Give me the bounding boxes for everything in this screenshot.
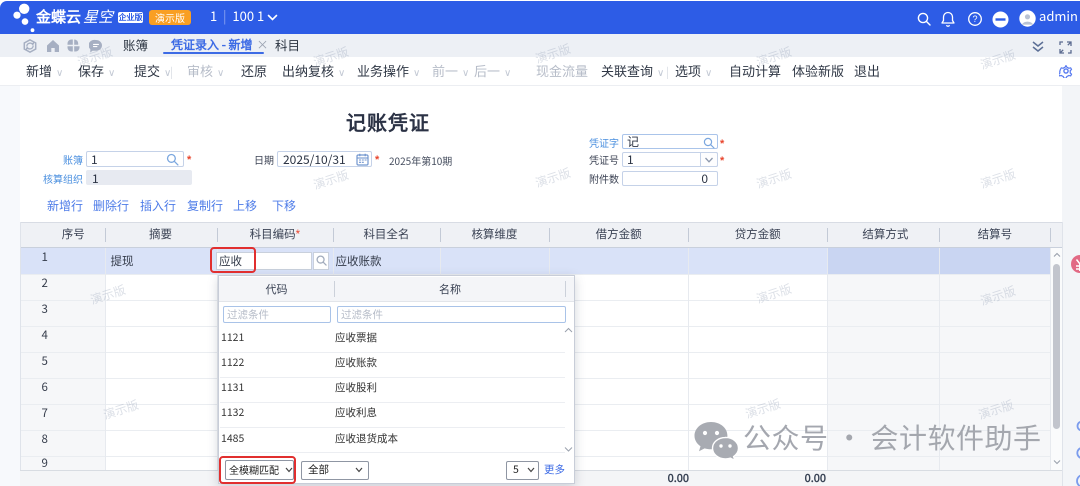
svg-text:?: ? — [972, 14, 977, 24]
